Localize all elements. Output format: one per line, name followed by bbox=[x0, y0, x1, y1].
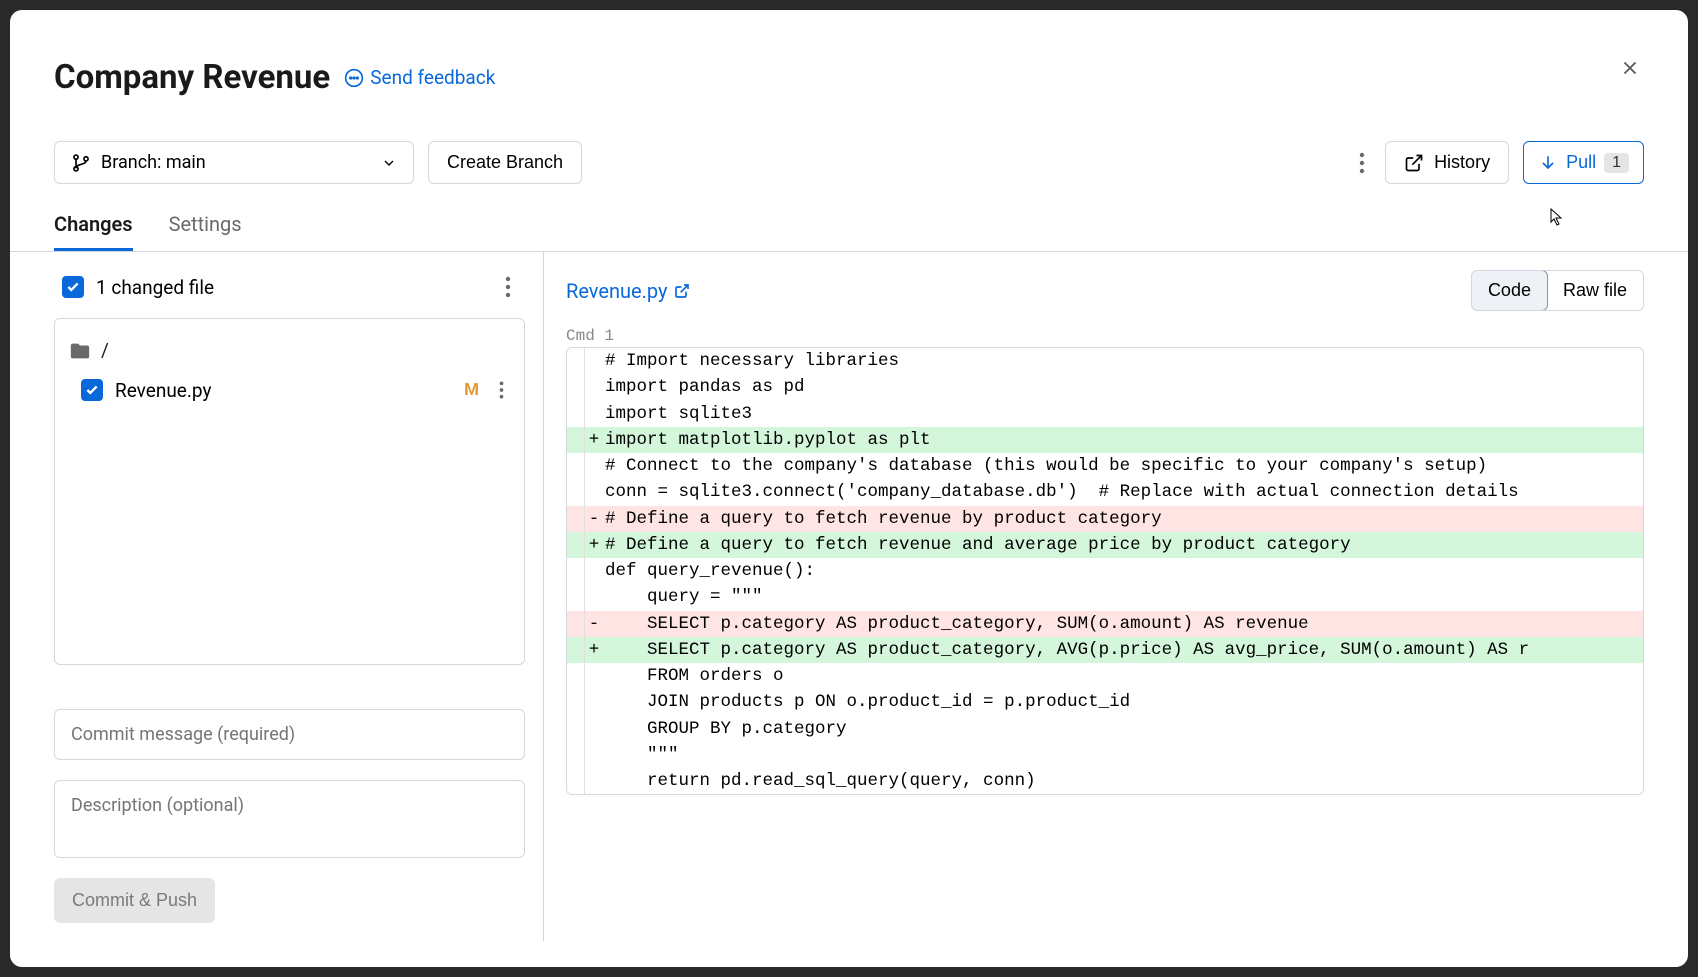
git-modal: Company Revenue Send feedback Branch: ma… bbox=[10, 10, 1688, 967]
diff-line: return pd.read_sql_query(query, conn) bbox=[567, 768, 1643, 794]
pull-count-badge: 1 bbox=[1604, 153, 1629, 173]
changed-files-header: 1 changed file bbox=[54, 270, 525, 304]
file-status-badge: M bbox=[464, 380, 479, 400]
tab-changes[interactable]: Changes bbox=[54, 212, 133, 251]
diff-line: + SELECT p.category AS product_category,… bbox=[567, 637, 1643, 663]
view-toggle: Code Raw file bbox=[1471, 270, 1644, 311]
file-name: Revenue.py bbox=[115, 379, 211, 402]
feedback-label: Send feedback bbox=[370, 66, 495, 89]
pull-label: Pull bbox=[1566, 152, 1596, 173]
diff-line: # Connect to the company's database (thi… bbox=[567, 453, 1643, 479]
diff-line: - SELECT p.category AS product_category,… bbox=[567, 611, 1643, 637]
download-icon bbox=[1538, 153, 1558, 173]
diff-line: GROUP BY p.category bbox=[567, 716, 1643, 742]
diff-line: +import matplotlib.pyplot as plt bbox=[567, 427, 1643, 453]
diff-line: query = """ bbox=[567, 584, 1643, 610]
file-checkbox[interactable] bbox=[81, 379, 103, 401]
history-label: History bbox=[1434, 152, 1490, 173]
changed-files-count: 1 changed file bbox=[96, 276, 214, 299]
kebab-icon bbox=[1359, 152, 1365, 174]
diff-line: import pandas as pd bbox=[567, 374, 1643, 400]
diff-line: JOIN products p ON o.product_id = p.prod… bbox=[567, 689, 1643, 715]
tab-bar: Changes Settings bbox=[10, 212, 1688, 252]
cell-label: Cmd 1 bbox=[566, 327, 1644, 345]
diff-file-name: Revenue.py bbox=[566, 279, 668, 303]
folder-icon bbox=[69, 340, 91, 362]
external-link-icon bbox=[1404, 153, 1424, 173]
diff-line: FROM orders o bbox=[567, 663, 1643, 689]
kebab-icon bbox=[499, 380, 504, 400]
diff-line: -# Define a query to fetch revenue by pr… bbox=[567, 506, 1643, 532]
file-tree: / Revenue.py M bbox=[54, 318, 525, 665]
diff-header: Revenue.py Code Raw file bbox=[566, 270, 1644, 311]
create-branch-button[interactable]: Create Branch bbox=[428, 141, 582, 184]
close-button[interactable] bbox=[1616, 54, 1644, 82]
cursor bbox=[1550, 208, 1564, 229]
branch-dropdown[interactable]: Branch: main bbox=[54, 141, 414, 184]
tab-settings[interactable]: Settings bbox=[169, 212, 242, 251]
diff-line: conn = sqlite3.connect('company_database… bbox=[567, 479, 1643, 505]
history-button[interactable]: History bbox=[1385, 141, 1509, 184]
commit-push-button[interactable]: Commit & Push bbox=[54, 878, 215, 923]
commit-message-input[interactable] bbox=[54, 709, 525, 760]
view-raw-button[interactable]: Raw file bbox=[1547, 271, 1643, 310]
page-title: Company Revenue bbox=[54, 58, 330, 97]
main-content: 1 changed file / Revenue.py bbox=[54, 252, 1644, 941]
kebab-icon bbox=[505, 276, 511, 298]
file-link[interactable]: Revenue.py bbox=[566, 279, 690, 303]
toolbar: Branch: main Create Branch History Pull … bbox=[54, 141, 1644, 184]
view-code-button[interactable]: Code bbox=[1471, 270, 1548, 311]
branch-label: Branch: main bbox=[101, 152, 206, 173]
send-feedback-link[interactable]: Send feedback bbox=[344, 66, 495, 89]
close-icon bbox=[1619, 57, 1641, 79]
header: Company Revenue Send feedback bbox=[54, 58, 1644, 97]
file-more-button[interactable] bbox=[493, 374, 510, 406]
diff-line: # Import necessary libraries bbox=[567, 348, 1643, 374]
diff-line: """ bbox=[567, 742, 1643, 768]
check-icon bbox=[85, 383, 99, 397]
sidebar: 1 changed file / Revenue.py bbox=[54, 252, 544, 941]
pull-button[interactable]: Pull 1 bbox=[1523, 141, 1644, 184]
file-list-more-button[interactable] bbox=[499, 270, 517, 304]
commit-description-input[interactable] bbox=[54, 780, 525, 858]
file-row[interactable]: Revenue.py M bbox=[67, 366, 512, 412]
external-link-icon bbox=[674, 283, 690, 299]
select-all-checkbox[interactable] bbox=[62, 276, 84, 298]
toolbar-left: Branch: main Create Branch bbox=[54, 141, 582, 184]
diff-panel: Revenue.py Code Raw file Cmd 1 # Import … bbox=[544, 252, 1644, 941]
feedback-icon bbox=[344, 68, 364, 88]
diff-view[interactable]: # Import necessary librariesimport panda… bbox=[566, 347, 1644, 795]
branch-icon bbox=[71, 153, 91, 173]
chevron-down-icon bbox=[381, 155, 397, 171]
check-icon bbox=[66, 280, 80, 294]
diff-line: import sqlite3 bbox=[567, 401, 1643, 427]
folder-row[interactable]: / bbox=[67, 335, 512, 366]
diff-line: +# Define a query to fetch revenue and a… bbox=[567, 532, 1643, 558]
commit-form: Commit & Push bbox=[54, 709, 525, 923]
more-actions-button[interactable] bbox=[1353, 146, 1371, 180]
folder-name: / bbox=[101, 339, 109, 362]
diff-line: def query_revenue(): bbox=[567, 558, 1643, 584]
toolbar-right: History Pull 1 bbox=[1353, 141, 1644, 184]
